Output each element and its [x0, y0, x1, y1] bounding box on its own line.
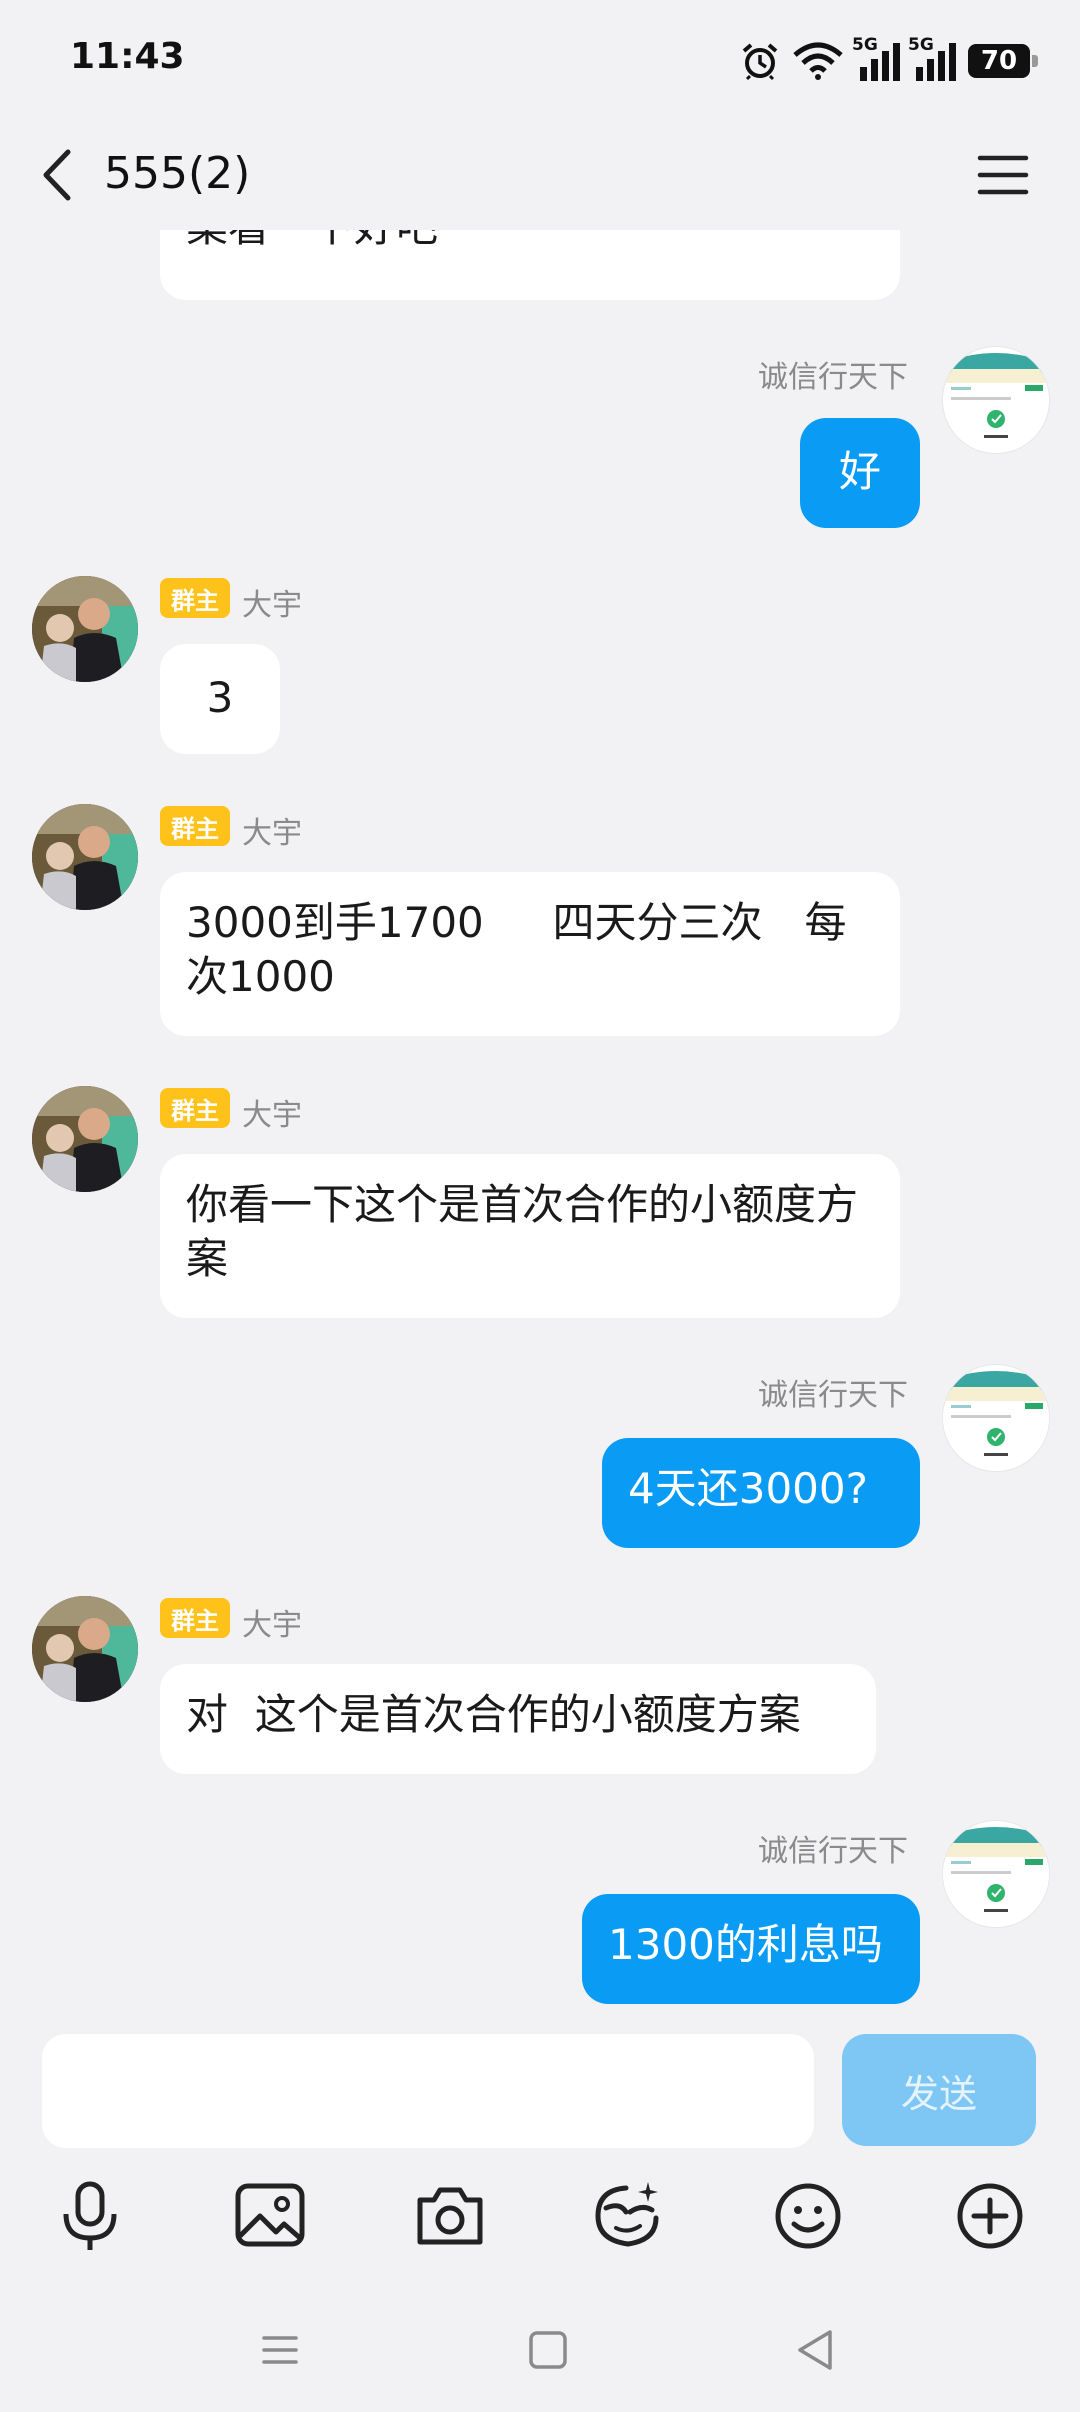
image-icon[interactable] — [232, 2178, 308, 2254]
send-button[interactable]: 发送 — [842, 2034, 1036, 2146]
sender-name: 诚信行天下 — [758, 360, 908, 395]
avatar[interactable] — [942, 1364, 1050, 1472]
back-nav-icon[interactable] — [786, 2320, 846, 2380]
message-bubble[interactable]: 桑看一下好吧 — [160, 230, 900, 300]
system-nav-bar — [0, 2300, 1080, 2412]
message-input[interactable] — [42, 2034, 814, 2148]
owner-badge: 群主 — [160, 1598, 230, 1638]
message-bubble[interactable]: 你看一下这个是首次合作的小额度方案 — [160, 1154, 900, 1318]
message-bubble[interactable]: 4天还3000? — [602, 1438, 920, 1548]
wifi-icon — [793, 42, 843, 80]
owner-badge: 群主 — [160, 806, 230, 846]
input-toolbar — [0, 2160, 1080, 2260]
avatar[interactable] — [32, 1086, 138, 1192]
sender-name: 大宇 — [242, 1608, 302, 1643]
message-bubble[interactable]: 好 — [800, 418, 920, 528]
message-list[interactable]: 桑看一下好吧 诚信行天下 好 群主 大宇 3 — [0, 230, 1080, 2020]
sticker-icon[interactable] — [590, 2178, 666, 2254]
status-time: 11:43 — [70, 36, 185, 77]
plus-icon[interactable] — [952, 2178, 1028, 2254]
avatar[interactable] — [32, 804, 138, 910]
avatar[interactable] — [32, 1596, 138, 1702]
sender-name: 大宇 — [242, 588, 302, 623]
owner-badge: 群主 — [160, 1088, 230, 1128]
avatar[interactable] — [942, 1820, 1050, 1928]
emoji-icon[interactable] — [770, 2178, 846, 2254]
battery-icon: 70 — [968, 44, 1038, 78]
back-icon[interactable] — [30, 140, 90, 210]
avatar[interactable] — [942, 346, 1050, 454]
sender-name: 大宇 — [242, 1098, 302, 1133]
avatar[interactable] — [32, 576, 138, 682]
status-icons: 5G 5G 70 — [740, 35, 1038, 86]
input-bar: 发送 — [0, 2020, 1080, 2180]
alarm-icon — [742, 43, 778, 81]
sender-name: 诚信行天下 — [758, 1378, 908, 1413]
status-bar: 11:43 5G 5G 70 — [0, 0, 1080, 120]
signal-icon-2: 5G — [908, 35, 956, 81]
message-bubble[interactable]: 1300的利息吗 — [582, 1894, 920, 2004]
home-nav-icon[interactable] — [518, 2320, 578, 2380]
chat-header: 555(2) — [0, 120, 1080, 230]
owner-badge: 群主 — [160, 578, 230, 618]
camera-icon[interactable] — [412, 2178, 488, 2254]
message-bubble[interactable]: 3000到手1700 四天分三次 每次1000 — [160, 872, 900, 1036]
chat-title[interactable]: 555(2) — [104, 148, 250, 199]
menu-nav-icon[interactable] — [250, 2320, 310, 2380]
sender-name: 大宇 — [242, 816, 302, 851]
microphone-icon[interactable] — [52, 2178, 128, 2254]
sender-name: 诚信行天下 — [758, 1834, 908, 1869]
message-bubble[interactable]: 3 — [160, 644, 280, 754]
menu-icon[interactable] — [976, 148, 1030, 202]
message-bubble[interactable]: 对 这个是首次合作的小额度方案 — [160, 1664, 876, 1774]
signal-icon-1: 5G — [852, 35, 900, 81]
